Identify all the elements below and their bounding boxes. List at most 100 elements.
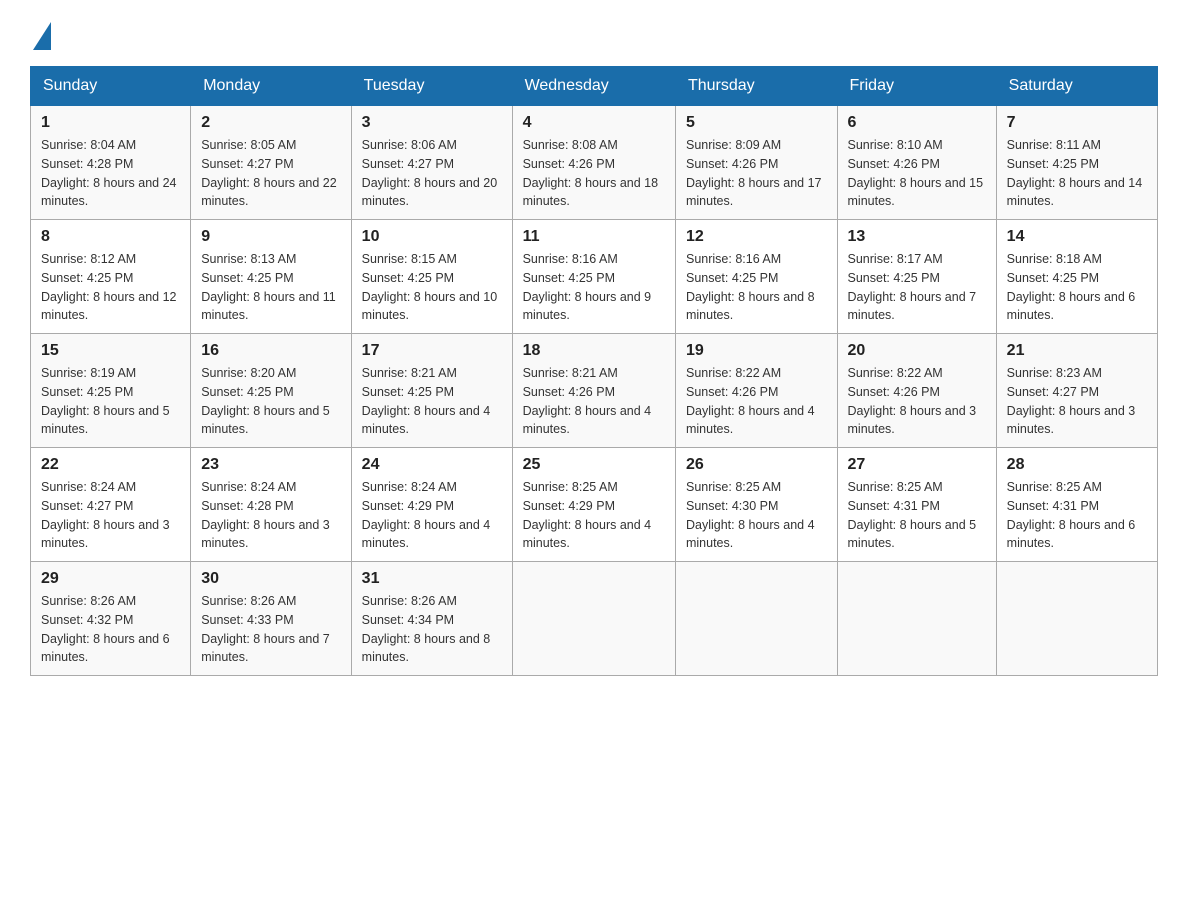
calendar-cell [996,562,1157,676]
calendar-week-row: 15 Sunrise: 8:19 AMSunset: 4:25 PMDaylig… [31,334,1158,448]
day-info: Sunrise: 8:16 AMSunset: 4:25 PMDaylight:… [523,250,665,325]
calendar-cell: 8 Sunrise: 8:12 AMSunset: 4:25 PMDayligh… [31,220,191,334]
day-info: Sunrise: 8:21 AMSunset: 4:26 PMDaylight:… [523,364,665,439]
calendar-cell: 10 Sunrise: 8:15 AMSunset: 4:25 PMDaylig… [351,220,512,334]
day-number: 16 [201,342,340,360]
calendar-cell: 26 Sunrise: 8:25 AMSunset: 4:30 PMDaylig… [675,448,837,562]
calendar-cell: 24 Sunrise: 8:24 AMSunset: 4:29 PMDaylig… [351,448,512,562]
calendar-cell: 11 Sunrise: 8:16 AMSunset: 4:25 PMDaylig… [512,220,675,334]
day-info: Sunrise: 8:24 AMSunset: 4:27 PMDaylight:… [41,478,180,553]
day-info: Sunrise: 8:19 AMSunset: 4:25 PMDaylight:… [41,364,180,439]
day-info: Sunrise: 8:10 AMSunset: 4:26 PMDaylight:… [848,136,986,211]
logo-triangle-icon [33,22,51,50]
calendar-table: SundayMondayTuesdayWednesdayThursdayFrid… [30,66,1158,676]
day-info: Sunrise: 8:26 AMSunset: 4:33 PMDaylight:… [201,592,340,667]
calendar-day-header: Wednesday [512,67,675,106]
day-number: 7 [1007,114,1147,132]
day-number: 11 [523,228,665,246]
day-info: Sunrise: 8:17 AMSunset: 4:25 PMDaylight:… [848,250,986,325]
day-info: Sunrise: 8:13 AMSunset: 4:25 PMDaylight:… [201,250,340,325]
day-number: 30 [201,570,340,588]
day-number: 5 [686,114,827,132]
day-number: 29 [41,570,180,588]
calendar-cell: 16 Sunrise: 8:20 AMSunset: 4:25 PMDaylig… [191,334,351,448]
day-info: Sunrise: 8:25 AMSunset: 4:31 PMDaylight:… [1007,478,1147,553]
day-info: Sunrise: 8:26 AMSunset: 4:34 PMDaylight:… [362,592,502,667]
calendar-cell: 20 Sunrise: 8:22 AMSunset: 4:26 PMDaylig… [837,334,996,448]
day-info: Sunrise: 8:26 AMSunset: 4:32 PMDaylight:… [41,592,180,667]
day-number: 26 [686,456,827,474]
day-number: 21 [1007,342,1147,360]
calendar-cell: 29 Sunrise: 8:26 AMSunset: 4:32 PMDaylig… [31,562,191,676]
day-number: 15 [41,342,180,360]
calendar-cell: 21 Sunrise: 8:23 AMSunset: 4:27 PMDaylig… [996,334,1157,448]
calendar-week-row: 8 Sunrise: 8:12 AMSunset: 4:25 PMDayligh… [31,220,1158,334]
day-info: Sunrise: 8:06 AMSunset: 4:27 PMDaylight:… [362,136,502,211]
calendar-cell: 27 Sunrise: 8:25 AMSunset: 4:31 PMDaylig… [837,448,996,562]
day-info: Sunrise: 8:08 AMSunset: 4:26 PMDaylight:… [523,136,665,211]
day-number: 9 [201,228,340,246]
day-info: Sunrise: 8:12 AMSunset: 4:25 PMDaylight:… [41,250,180,325]
calendar-cell: 14 Sunrise: 8:18 AMSunset: 4:25 PMDaylig… [996,220,1157,334]
day-info: Sunrise: 8:18 AMSunset: 4:25 PMDaylight:… [1007,250,1147,325]
calendar-week-row: 1 Sunrise: 8:04 AMSunset: 4:28 PMDayligh… [31,106,1158,220]
calendar-day-header: Friday [837,67,996,106]
day-info: Sunrise: 8:22 AMSunset: 4:26 PMDaylight:… [686,364,827,439]
day-info: Sunrise: 8:04 AMSunset: 4:28 PMDaylight:… [41,136,180,211]
day-number: 18 [523,342,665,360]
calendar-day-header: Thursday [675,67,837,106]
day-number: 4 [523,114,665,132]
calendar-cell: 30 Sunrise: 8:26 AMSunset: 4:33 PMDaylig… [191,562,351,676]
day-info: Sunrise: 8:20 AMSunset: 4:25 PMDaylight:… [201,364,340,439]
day-number: 10 [362,228,502,246]
calendar-cell [512,562,675,676]
calendar-cell: 3 Sunrise: 8:06 AMSunset: 4:27 PMDayligh… [351,106,512,220]
day-number: 2 [201,114,340,132]
day-number: 20 [848,342,986,360]
calendar-day-header: Saturday [996,67,1157,106]
day-info: Sunrise: 8:22 AMSunset: 4:26 PMDaylight:… [848,364,986,439]
calendar-cell: 28 Sunrise: 8:25 AMSunset: 4:31 PMDaylig… [996,448,1157,562]
calendar-cell: 4 Sunrise: 8:08 AMSunset: 4:26 PMDayligh… [512,106,675,220]
calendar-day-header: Tuesday [351,67,512,106]
day-number: 1 [41,114,180,132]
calendar-cell: 1 Sunrise: 8:04 AMSunset: 4:28 PMDayligh… [31,106,191,220]
day-info: Sunrise: 8:15 AMSunset: 4:25 PMDaylight:… [362,250,502,325]
calendar-cell: 2 Sunrise: 8:05 AMSunset: 4:27 PMDayligh… [191,106,351,220]
calendar-cell: 23 Sunrise: 8:24 AMSunset: 4:28 PMDaylig… [191,448,351,562]
day-info: Sunrise: 8:16 AMSunset: 4:25 PMDaylight:… [686,250,827,325]
day-number: 13 [848,228,986,246]
calendar-cell [837,562,996,676]
day-info: Sunrise: 8:23 AMSunset: 4:27 PMDaylight:… [1007,364,1147,439]
day-info: Sunrise: 8:24 AMSunset: 4:28 PMDaylight:… [201,478,340,553]
day-number: 8 [41,228,180,246]
logo [30,20,51,46]
calendar-cell: 18 Sunrise: 8:21 AMSunset: 4:26 PMDaylig… [512,334,675,448]
day-info: Sunrise: 8:25 AMSunset: 4:30 PMDaylight:… [686,478,827,553]
calendar-day-header: Monday [191,67,351,106]
day-info: Sunrise: 8:25 AMSunset: 4:29 PMDaylight:… [523,478,665,553]
day-number: 12 [686,228,827,246]
day-info: Sunrise: 8:21 AMSunset: 4:25 PMDaylight:… [362,364,502,439]
day-number: 25 [523,456,665,474]
day-number: 19 [686,342,827,360]
day-info: Sunrise: 8:11 AMSunset: 4:25 PMDaylight:… [1007,136,1147,211]
day-number: 23 [201,456,340,474]
day-number: 6 [848,114,986,132]
calendar-cell: 5 Sunrise: 8:09 AMSunset: 4:26 PMDayligh… [675,106,837,220]
calendar-cell: 6 Sunrise: 8:10 AMSunset: 4:26 PMDayligh… [837,106,996,220]
calendar-day-header: Sunday [31,67,191,106]
calendar-cell: 25 Sunrise: 8:25 AMSunset: 4:29 PMDaylig… [512,448,675,562]
day-number: 14 [1007,228,1147,246]
day-number: 31 [362,570,502,588]
day-info: Sunrise: 8:24 AMSunset: 4:29 PMDaylight:… [362,478,502,553]
calendar-cell: 15 Sunrise: 8:19 AMSunset: 4:25 PMDaylig… [31,334,191,448]
page-header [30,20,1158,46]
day-number: 27 [848,456,986,474]
day-info: Sunrise: 8:05 AMSunset: 4:27 PMDaylight:… [201,136,340,211]
calendar-cell: 7 Sunrise: 8:11 AMSunset: 4:25 PMDayligh… [996,106,1157,220]
day-info: Sunrise: 8:09 AMSunset: 4:26 PMDaylight:… [686,136,827,211]
day-number: 3 [362,114,502,132]
calendar-cell [675,562,837,676]
day-number: 24 [362,456,502,474]
